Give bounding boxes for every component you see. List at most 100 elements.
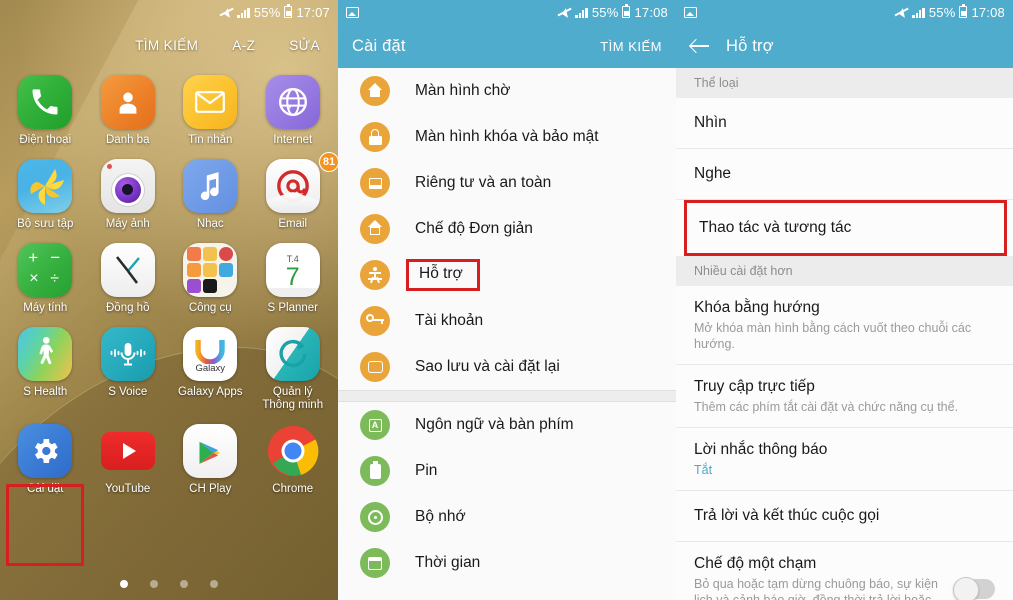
app-icon-phone[interactable]: Điện thoại xyxy=(4,72,87,147)
status-bar-1: 55% 17:07 xyxy=(0,0,338,24)
settings-row-label: Sao lưu và cài đặt lại xyxy=(415,358,560,375)
accessibility-action-bar: Hỗ trợ xyxy=(676,24,1013,68)
accessibility-row-direct-access[interactable]: Truy cập trực tiếp Thêm các phím tắt cài… xyxy=(676,365,1013,428)
row-title: Trả lời và kết thúc cuộc gọi xyxy=(694,507,880,524)
settings-section-divider xyxy=(338,390,676,402)
settings-row-privacy-safety[interactable]: Riêng tư và an toàn xyxy=(338,160,676,206)
settings-row-easy-mode[interactable]: Chế độ Đơn giản xyxy=(338,206,676,252)
app-label: S Voice xyxy=(108,386,148,398)
section-header-more-settings: Nhiều cài đặt hơn xyxy=(676,256,1013,286)
az-sort-button[interactable]: A-Z xyxy=(232,38,255,53)
app-icon-settings[interactable]: Cài đặt xyxy=(4,421,87,496)
page-dot-1[interactable] xyxy=(120,580,128,588)
clock-label: 17:08 xyxy=(634,4,668,20)
app-icon-music[interactable]: Nhạc xyxy=(169,156,252,231)
gallery-icon xyxy=(18,159,73,213)
row-subtitle: Thêm các phím tắt cài đặt và chức năng c… xyxy=(694,400,959,414)
mute-icon xyxy=(894,6,908,18)
panel-home-screen: 55% 17:07 TÌM KIẾM A-Z SỬA Điện thoại Da… xyxy=(0,0,338,600)
app-icon-galaxy-apps[interactable]: Galaxy Galaxy Apps xyxy=(169,324,252,412)
accessibility-row-answering-ending-calls[interactable]: Trả lời và kết thúc cuộc gọi xyxy=(676,491,1013,542)
page-dot-4[interactable] xyxy=(210,580,218,588)
app-label: S Planner xyxy=(267,302,318,314)
app-icon-clock[interactable]: Đồng hồ xyxy=(87,240,170,315)
calculator-icon: + − × ÷ xyxy=(18,243,73,297)
single-tap-mode-toggle[interactable] xyxy=(953,577,995,600)
settings-row-accessibility[interactable]: Hỗ trợ xyxy=(338,252,676,298)
app-icon-tools-folder[interactable]: Công cụ xyxy=(169,240,252,315)
settings-row-lock-security[interactable]: Màn hình khóa và bảo mật xyxy=(338,114,676,160)
battery-icon xyxy=(284,4,293,18)
accessibility-row-notification-reminder[interactable]: Lời nhắc thông báo Tắt xyxy=(676,428,1013,491)
app-label: Quản lý Thông minh xyxy=(262,386,324,411)
page-title: Hỗ trợ xyxy=(726,36,774,55)
app-icon-play-store[interactable]: CH Play xyxy=(169,421,252,496)
status-bar-2: 55% 17:08 xyxy=(338,0,676,24)
clock-label: 17:07 xyxy=(296,4,330,20)
settings-row-date-time[interactable]: Thời gian xyxy=(338,540,676,586)
battery-icon xyxy=(959,4,968,18)
app-icon-messages[interactable]: Tin nhắn xyxy=(169,72,252,147)
settings-row-label: Bộ nhớ xyxy=(415,508,466,525)
app-label: Máy tính xyxy=(23,302,68,314)
accessibility-row-dexterity-interaction[interactable]: Thao tác và tương tác xyxy=(684,200,1007,256)
signal-icon xyxy=(237,7,250,18)
settings-row-language-keyboard[interactable]: A Ngôn ngữ và bàn phím xyxy=(338,402,676,448)
app-label: Internet xyxy=(273,134,313,146)
home-icon xyxy=(360,76,390,106)
app-label: YouTube xyxy=(105,483,151,495)
app-icon-chrome[interactable]: Chrome xyxy=(252,421,335,496)
app-icon-splanner[interactable]: T.4 7 S Planner xyxy=(252,240,335,315)
settings-row-home-screen[interactable]: Màn hình chờ xyxy=(338,68,676,114)
row-title: Lời nhắc thông báo xyxy=(694,441,828,458)
mute-icon xyxy=(219,6,233,18)
app-icon-contacts[interactable]: Danh bạ xyxy=(87,72,170,147)
app-grid: Điện thoại Danh bạ Tin nhắn Internet Bộ … xyxy=(0,72,338,496)
back-arrow-icon[interactable] xyxy=(690,38,710,54)
search-button[interactable]: TÌM KIẾM xyxy=(600,39,662,54)
settings-row-storage[interactable]: Bộ nhớ xyxy=(338,494,676,540)
app-icon-email[interactable]: 81 Email xyxy=(252,152,338,231)
settings-row-label: Riêng tư và an toàn xyxy=(415,174,552,191)
app-icon-camera[interactable]: Máy ảnh xyxy=(87,156,170,231)
easy-mode-icon xyxy=(360,214,390,244)
page-dot-2[interactable] xyxy=(150,580,158,588)
settings-row-backup-reset[interactable]: Sao lưu và cài đặt lại xyxy=(338,344,676,390)
settings-row-label: Màn hình chờ xyxy=(415,82,511,99)
youtube-icon xyxy=(100,424,155,478)
settings-row-battery[interactable]: Pin xyxy=(338,448,676,494)
app-icon-gallery[interactable]: Bộ sưu tập xyxy=(4,156,87,231)
settings-row-accounts[interactable]: Tài khoản xyxy=(338,298,676,344)
app-icon-shealth[interactable]: S Health xyxy=(4,324,87,412)
accessibility-row-hearing[interactable]: Nghe xyxy=(676,149,1013,200)
app-icon-internet[interactable]: Internet xyxy=(252,72,335,147)
lock-icon xyxy=(360,122,390,152)
accessibility-row-direction-lock[interactable]: Khóa bằng hướng Mở khóa màn hình bằng cá… xyxy=(676,286,1013,365)
app-icon-youtube[interactable]: YouTube xyxy=(87,421,170,496)
home-toolbar: TÌM KIẾM A-Z SỬA xyxy=(0,24,338,66)
app-icon-svoice[interactable]: S Voice xyxy=(87,324,170,412)
row-title: Truy cập trực tiếp xyxy=(694,378,815,395)
three-panel-screenshot: 55% 17:07 TÌM KIẾM A-Z SỬA Điện thoại Da… xyxy=(0,0,1013,600)
page-dot-3[interactable] xyxy=(180,580,188,588)
accessibility-row-vision[interactable]: Nhìn xyxy=(676,98,1013,149)
svoice-icon xyxy=(100,327,155,381)
battery-percent-label: 55% xyxy=(253,4,281,20)
app-icon-calculator[interactable]: + − × ÷ Máy tính xyxy=(4,240,87,315)
row-title: Chế độ một chạm xyxy=(694,555,817,572)
smart-manager-icon xyxy=(265,327,320,381)
search-button[interactable]: TÌM KIẾM xyxy=(135,38,198,53)
contacts-icon xyxy=(100,75,155,129)
accessibility-row-single-tap-mode[interactable]: Chế độ một chạm Bỏ qua hoặc tạm dừng chu… xyxy=(676,542,1013,600)
row-subtitle: Tắt xyxy=(694,463,713,477)
row-title: Thao tác và tương tác xyxy=(699,219,852,236)
row-title: Khóa bằng hướng xyxy=(694,299,820,316)
language-keyboard-icon: A xyxy=(360,410,390,440)
app-icon-smart-manager[interactable]: Quản lý Thông minh xyxy=(252,324,335,412)
settings-row-label: Pin xyxy=(415,462,438,479)
mute-icon xyxy=(557,6,571,18)
edit-button[interactable]: SỬA xyxy=(289,38,320,53)
app-label: Chrome xyxy=(272,483,314,495)
tools-folder-icon xyxy=(183,243,238,297)
page-indicator xyxy=(0,580,338,588)
